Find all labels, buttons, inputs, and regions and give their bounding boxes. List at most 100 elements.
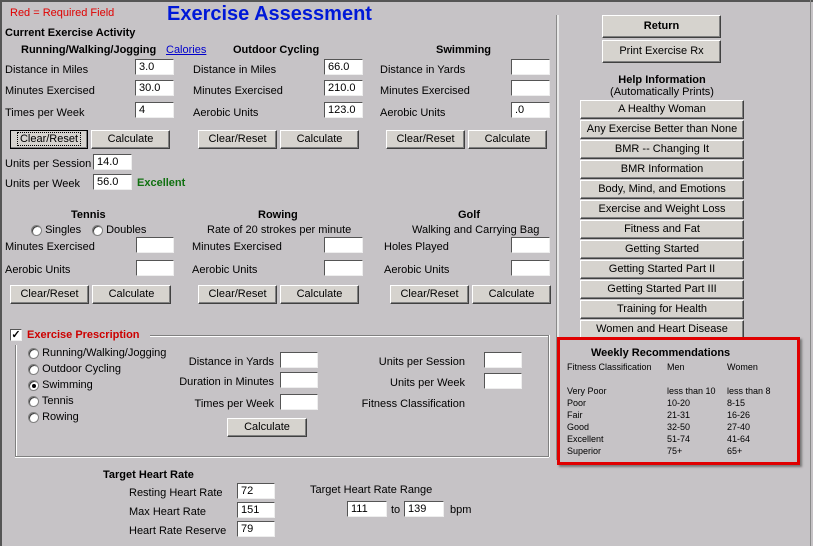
resting-hr-input[interactable]: 72 <box>237 483 275 499</box>
rowing-aerobic-input[interactable] <box>324 260 363 276</box>
rec-row-women: 8-15 <box>727 398 746 408</box>
prescription-units-session-input[interactable] <box>484 352 522 368</box>
help-info-title: Help Information <box>618 74 706 86</box>
recommendations-title: Weekly Recommendations <box>591 347 731 359</box>
help-fitness-fat[interactable]: Fitness and Fat <box>580 220 744 239</box>
swimming-minutes-input[interactable] <box>511 80 550 96</box>
swimming-option-label: Swimming <box>42 379 93 391</box>
prescription-option-swimming[interactable]: Swimming <box>28 379 93 391</box>
doubles-label: Doubles <box>106 224 147 236</box>
rec-row-class: Superior <box>567 446 602 456</box>
cycling-distance-input[interactable]: 66.0 <box>324 59 363 75</box>
rowing-minutes-input[interactable] <box>324 237 363 253</box>
prescription-option-tennis[interactable]: Tennis <box>28 395 74 407</box>
bpm-label: bpm <box>450 504 472 516</box>
units-per-session-input[interactable]: 14.0 <box>93 154 132 170</box>
golf-calculate-button[interactable]: Calculate <box>472 285 551 304</box>
swimming-title: Swimming <box>436 44 492 56</box>
tennis-singles-option[interactable]: Singles <box>31 224 81 236</box>
running-calculate-button[interactable]: Calculate <box>91 130 170 149</box>
cycling-clear-button[interactable]: Clear/Reset <box>198 130 277 149</box>
golf-holes-input[interactable] <box>511 237 550 253</box>
swimming-minutes-label: Minutes Exercised <box>380 85 470 97</box>
rec-header-men: Men <box>667 362 685 372</box>
tennis-aerobic-input[interactable] <box>136 260 174 276</box>
swimming-distance-input[interactable] <box>511 59 550 75</box>
rowing-radio[interactable] <box>28 411 39 423</box>
rowing-aerobic-label: Aerobic Units <box>192 264 258 276</box>
rec-row-men: less than 10 <box>667 386 716 396</box>
prescription-option-running[interactable]: Running/Walking/Jogging <box>28 347 166 359</box>
group-border-left <box>15 345 17 457</box>
prescription-distance-input[interactable] <box>280 352 318 368</box>
help-getting-started-2[interactable]: Getting Started Part II <box>580 260 744 279</box>
prescription-calculate-button[interactable]: Calculate <box>227 418 307 437</box>
cycling-radio[interactable] <box>28 363 39 375</box>
rec-row-class: Good <box>567 422 590 432</box>
cycling-calculate-button[interactable]: Calculate <box>280 130 359 149</box>
singles-radio[interactable] <box>31 224 42 236</box>
tennis-doubles-option[interactable]: Doubles <box>92 224 146 236</box>
prescription-duration-input[interactable] <box>280 372 318 388</box>
doubles-radio[interactable] <box>92 224 103 236</box>
golf-clear-button[interactable]: Clear/Reset <box>390 285 469 304</box>
cycling-minutes-input[interactable]: 210.0 <box>324 80 363 96</box>
window-right-border <box>810 0 811 546</box>
tennis-calculate-button[interactable]: Calculate <box>92 285 171 304</box>
tennis-aerobic-label: Aerobic Units <box>5 264 71 276</box>
help-a-healthy-woman[interactable]: A Healthy Woman <box>580 100 744 119</box>
prescription-checkbox[interactable]: ✓ <box>10 329 22 341</box>
rowing-calculate-button[interactable]: Calculate <box>280 285 359 304</box>
swimming-clear-button[interactable]: Clear/Reset <box>386 130 465 149</box>
group-border-bottom <box>15 456 549 458</box>
return-button[interactable]: Return <box>602 15 721 38</box>
help-any-exercise[interactable]: Any Exercise Better than None <box>580 120 744 139</box>
tennis-minutes-input[interactable] <box>136 237 174 253</box>
tennis-clear-button[interactable]: Clear/Reset <box>10 285 89 304</box>
help-training-health[interactable]: Training for Health <box>580 300 744 319</box>
prescription-fitness-class-label: Fitness Classification <box>361 398 465 410</box>
prescription-times-label: Times per Week <box>194 398 274 410</box>
help-bmr-information[interactable]: BMR Information <box>580 160 744 179</box>
hr-reserve-input[interactable]: 79 <box>237 521 275 537</box>
help-getting-started-3[interactable]: Getting Started Part III <box>580 280 744 299</box>
running-distance-input[interactable]: 3.0 <box>135 59 174 75</box>
rowing-option-label: Rowing <box>42 411 79 423</box>
tennis-radio[interactable] <box>28 395 39 407</box>
running-minutes-input[interactable]: 30.0 <box>135 80 174 96</box>
target-range-low-input[interactable]: 111 <box>347 501 387 517</box>
prescription-title: Exercise Prescription <box>27 329 140 341</box>
cycling-aerobic-input[interactable]: 123.0 <box>324 102 363 118</box>
units-per-week-input[interactable]: 56.0 <box>93 174 132 190</box>
prescription-option-cycling[interactable]: Outdoor Cycling <box>28 363 121 375</box>
help-exercise-weight-loss[interactable]: Exercise and Weight Loss <box>580 200 744 219</box>
running-radio[interactable] <box>28 347 39 359</box>
running-minutes-label: Minutes Exercised <box>5 85 95 97</box>
help-body-mind-emotions[interactable]: Body, Mind, and Emotions <box>580 180 744 199</box>
target-range-high-input[interactable]: 139 <box>404 501 444 517</box>
running-title: Running/Walking/Jogging <box>21 44 157 56</box>
prescription-units-week-input[interactable] <box>484 373 522 389</box>
running-times-input[interactable]: 4 <box>135 102 174 118</box>
help-getting-started[interactable]: Getting Started <box>580 240 744 259</box>
rowing-clear-button[interactable]: Clear/Reset <box>198 285 277 304</box>
help-bmr-changing[interactable]: BMR -- Changing It <box>580 140 744 159</box>
rec-header-class: Fitness Classification <box>567 362 652 372</box>
swimming-radio[interactable] <box>28 379 39 391</box>
max-hr-input[interactable]: 151 <box>237 502 275 518</box>
swimming-aerobic-input[interactable]: .0 <box>511 102 550 118</box>
prescription-duration-label: Duration in Minutes <box>179 376 274 388</box>
print-exercise-rx-button[interactable]: Print Exercise Rx <box>602 40 721 63</box>
prescription-option-rowing[interactable]: Rowing <box>28 411 79 423</box>
calories-link[interactable]: Calories <box>166 44 206 56</box>
rec-row-class: Fair <box>567 410 583 420</box>
hr-reserve-label: Heart Rate Reserve <box>129 525 227 537</box>
rec-row-men: 32-50 <box>667 422 691 432</box>
running-clear-button[interactable]: Clear/Reset <box>10 130 88 149</box>
golf-aerobic-input[interactable] <box>511 260 550 276</box>
swimming-calculate-button[interactable]: Calculate <box>468 130 547 149</box>
rec-row-men: 51-74 <box>667 434 691 444</box>
rowing-minutes-label: Minutes Exercised <box>192 241 282 253</box>
prescription-times-input[interactable] <box>280 394 318 410</box>
running-times-label: Times per Week <box>5 107 85 119</box>
